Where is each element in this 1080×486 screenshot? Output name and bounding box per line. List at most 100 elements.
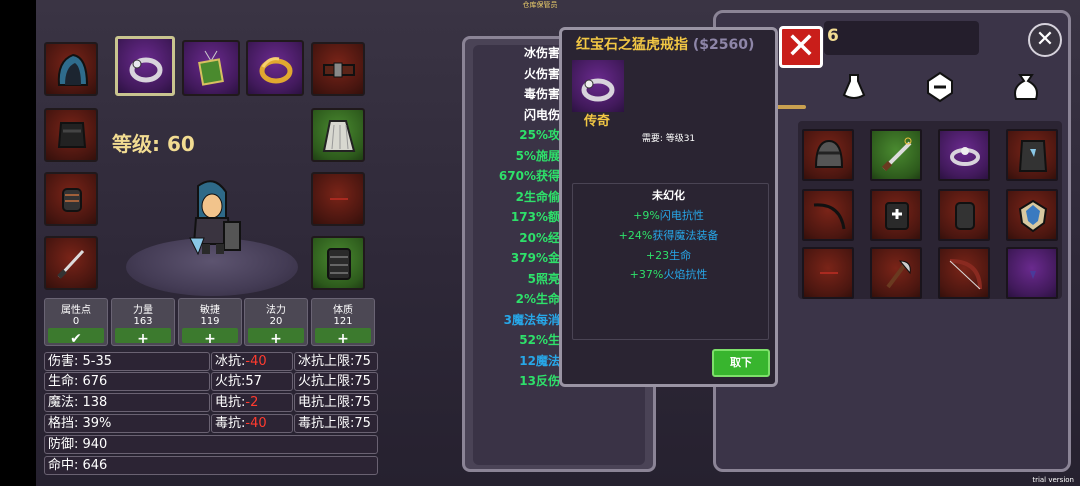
compare-line: 379%金 [510,251,560,265]
compare-line: 火伤害 [523,66,560,81]
left-black-bar [0,0,36,486]
axe-icon [886,260,911,289]
add-strength-button[interactable]: + [115,328,171,347]
compare-line: 52%生 [519,333,560,347]
plus-icon: + [137,331,149,347]
add-mana-button[interactable]: + [248,328,304,347]
unequip-button[interactable]: 取下 [712,349,770,377]
compare-line: 25%攻 [519,128,560,142]
attr-mana: 法力 20 + [244,298,308,347]
chest-armor-icon [1018,140,1048,172]
equip-slot-armor[interactable] [44,108,98,162]
attr-value: 121 [333,316,353,327]
stat-cold-res: 冰抗:-40 [211,352,293,371]
trial-label: trial version [1032,476,1074,484]
top-hint-text: 仓库保管员 [522,1,558,9]
empty-slot-icon [330,198,348,200]
compare-line: 5%施展 [515,148,560,163]
close-x-icon: ✕ [785,26,817,67]
inventory-slot[interactable] [938,129,990,181]
compare-line: 5照亮 [527,271,560,286]
add-vitality-button[interactable]: + [315,328,371,347]
ring-icon [129,57,163,83]
dark-gem-icon [1030,271,1036,279]
equip-slot-boots[interactable] [311,236,365,290]
helmet-icon [814,139,844,168]
equip-slot-cape[interactable] [311,108,365,162]
compare-line: 12魔法 [519,353,560,368]
compare-line: 3魔法每消 [503,312,560,327]
equip-slot-amulet[interactable] [182,40,240,96]
attr-label: 体质 [333,305,353,316]
empty-slot-icon [820,272,838,274]
attr-label: 敏捷 [200,305,220,316]
confirm-attr-button[interactable]: ✔ [48,328,104,347]
compare-line: 670%获得 [498,169,560,183]
attr-label: 力量 [133,305,153,316]
compare-line: 2生命偷 [515,189,560,204]
attr-value: 20 [269,316,283,327]
gold-ring-icon [259,57,293,84]
stat-fire-cap: 火抗上限:75 [294,372,378,391]
stat-poison-cap: 毒抗上限:75 [294,414,378,433]
inventory-slot[interactable] [870,129,922,181]
sword-icon [881,137,912,172]
inventory-slot[interactable] [802,247,854,299]
equip-slot-empty-1[interactable] [311,172,365,226]
equip-slot-gloves[interactable] [44,172,98,226]
plus-icon: + [337,331,349,347]
tab-potions[interactable] [834,69,874,103]
hero-character-icon [189,180,241,256]
attr-value: 0 [72,316,80,327]
compare-line: 20%经 [519,230,560,245]
armor-icon [57,122,87,148]
stat-defense: 防御: 940 [44,435,378,454]
bag-icon [1014,74,1038,100]
item-affix: +37%火焰抗性 [629,268,708,281]
hood-icon [57,53,89,86]
compare-line: 冰伤害 [523,46,560,60]
item-tooltip: 红宝石之猛虎戒指 ($2560) 传奇 需要: 等级31 未幻化 +9%闪电抗性… [559,27,778,387]
item-affix: +9%闪电抗性 [633,209,704,222]
inventory-slot[interactable] [870,189,922,241]
inventory-slot[interactable] [1006,129,1058,181]
inventory-slot[interactable] [938,247,990,299]
item-affix: +23生命 [645,249,692,262]
inventory-slot[interactable] [1006,189,1058,241]
item-rarity: 传奇 [584,114,611,129]
equip-slot-helmet[interactable] [44,42,98,96]
item-affix: +24%获得魔法装备 [618,229,719,242]
stat-damage: 伤害: 5-35 [44,352,210,371]
inventory-slot[interactable] [870,247,922,299]
stat-lightning-res: 电抗:-2 [211,393,293,412]
stat-life: 生命: 676 [44,372,210,391]
shield-icon [1018,199,1048,233]
equip-slot-ring-1[interactable] [115,36,175,96]
item-icon-frame [572,60,624,112]
tab-gems[interactable] [920,69,960,103]
stat-cold-cap: 冰抗上限:75 [294,352,378,371]
amulet-icon [198,50,224,86]
cross-armor-icon [885,202,909,230]
attr-label: 法力 [266,305,286,316]
equip-slot-weapon[interactable] [44,236,98,290]
tab-bag[interactable] [1006,69,1046,103]
inventory-slot[interactable] [1006,247,1058,299]
close-panel-button[interactable]: ✕ [1028,23,1062,57]
plus-icon: + [204,331,216,347]
equip-slot-belt[interactable] [311,42,365,96]
longbow-icon [949,259,982,290]
add-agility-button[interactable]: + [182,328,238,347]
gauntlet-icon [955,202,975,230]
inventory-slot[interactable] [802,189,854,241]
inventory-slot[interactable] [938,189,990,241]
attr-strength: 力量 163 + [111,298,175,347]
stat-hit: 命中: 646 [44,456,378,475]
stat-poison-res: 毒抗:-40 [211,414,293,433]
inventory-slot[interactable] [802,129,854,181]
attr-vitality: 体质 121 + [311,298,375,347]
stat-fire-res: 火抗:57 [211,372,293,391]
close-tooltip-button[interactable]: ✕ [779,26,823,68]
equip-slot-ring-2[interactable] [246,40,304,96]
potion-icon [842,74,866,99]
